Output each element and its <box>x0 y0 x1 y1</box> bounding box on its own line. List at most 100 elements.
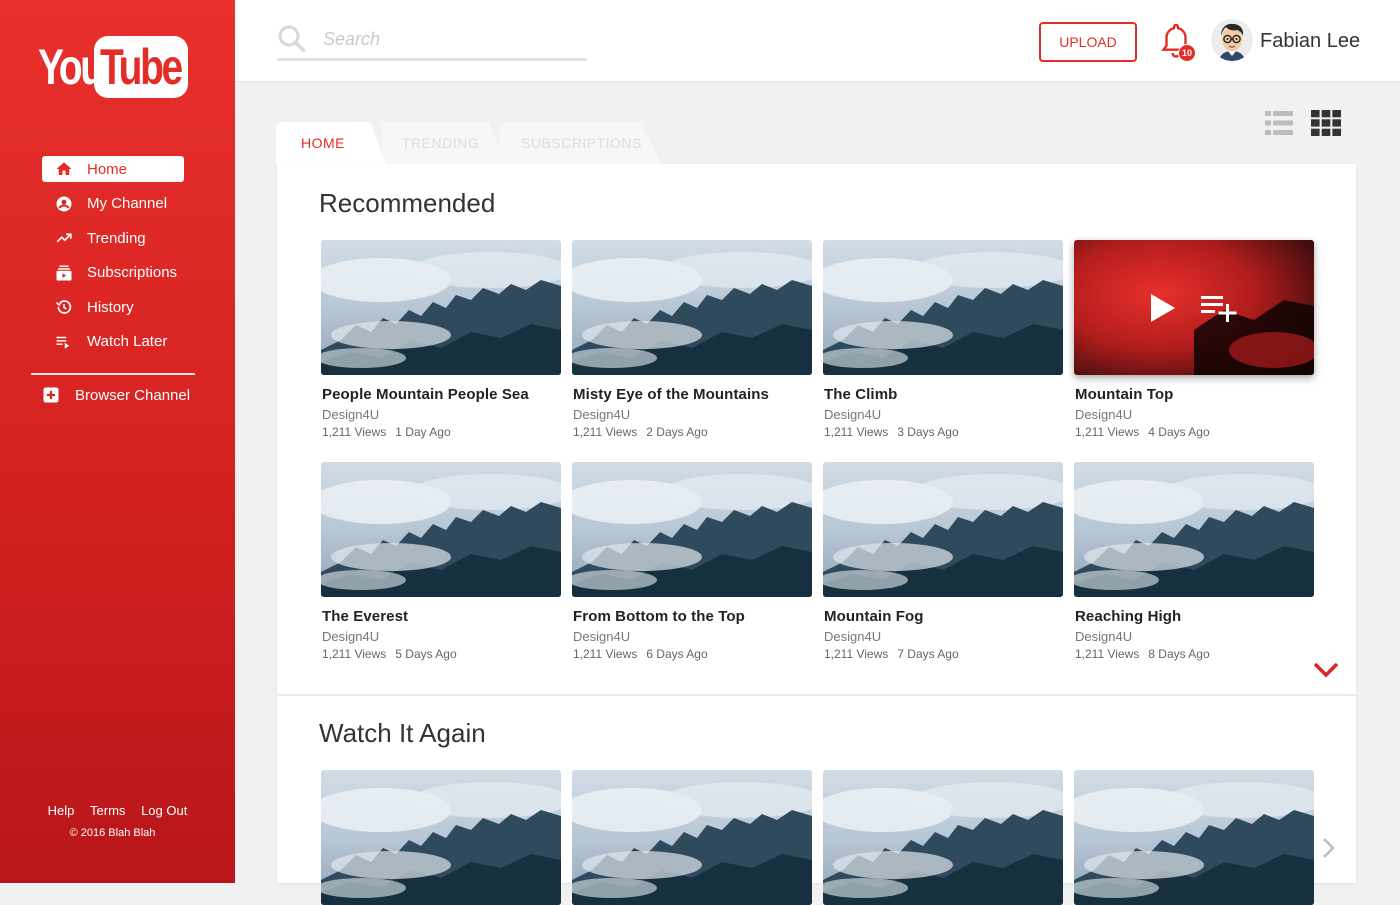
browse-channel-label: Browser Channel <box>75 386 191 404</box>
video-views: 1,211 Views <box>322 425 387 439</box>
video-channel[interactable]: Design4U <box>824 407 1063 422</box>
video-thumbnail[interactable] <box>321 770 561 905</box>
video-channel[interactable]: Design4U <box>573 407 812 422</box>
video-age: 4 Days Ago <box>1148 425 1210 439</box>
video-card[interactable]: From Bottom to the Top Design4U 1,211 View… <box>572 462 812 661</box>
video-meta: 1,211 Views 5 Days Ago <box>322 647 561 661</box>
sidebar: You Tube Home My Channel Trending Subscr… <box>0 0 235 883</box>
video-title[interactable]: Misty Eye of the Mountains <box>573 386 812 403</box>
play-icon[interactable] <box>1147 292 1177 324</box>
main-content-card: Recommended People Mountain People Sea De… <box>277 164 1356 905</box>
video-views: 1,211 Views <box>322 647 387 661</box>
video-meta: 1,211 Views 6 Days Ago <box>573 647 812 661</box>
video-thumbnail[interactable] <box>823 770 1063 905</box>
notifications-button[interactable]: 10 <box>1159 22 1196 62</box>
video-thumbnail[interactable] <box>1074 240 1314 375</box>
terms-link[interactable]: Terms <box>90 803 125 818</box>
avatar[interactable] <box>1211 19 1253 61</box>
video-channel[interactable]: Design4U <box>1075 407 1314 422</box>
video-card[interactable]: Mountain Top Design4U 1,211 Views 4 Days Ag… <box>1074 240 1314 439</box>
logout-link[interactable]: Log Out <box>141 803 187 818</box>
video-channel[interactable]: Design4U <box>322 407 561 422</box>
logo-tube-text: Tube <box>100 39 183 95</box>
video-views: 1,211 Views <box>1075 425 1140 439</box>
video-channel[interactable]: Design4U <box>1075 629 1314 644</box>
sidebar-item-subscriptions[interactable]: Subscriptions <box>42 260 184 286</box>
video-title[interactable]: From Bottom to the Top <box>573 608 812 625</box>
video-card[interactable]: People Mountain People Sea Design4U 1,211 … <box>321 240 561 439</box>
playlist-play-icon <box>54 332 74 352</box>
video-card[interactable]: Mountain Fog Design4U 1,211 Views 7 Days Ag… <box>823 462 1063 661</box>
video-card[interactable]: Misty Eye of the Mountains Design4U 1,211 … <box>572 240 812 439</box>
sidebar-item-my-channel[interactable]: My Channel <box>42 191 184 217</box>
video-views: 1,211 Views <box>824 647 889 661</box>
browse-channel-link[interactable]: Browser Channel <box>42 386 190 404</box>
sidebar-item-label: Subscriptions <box>87 264 178 281</box>
sidebar-item-home[interactable]: Home <box>42 156 184 182</box>
video-channel[interactable]: Design4U <box>322 629 561 644</box>
help-link[interactable]: Help <box>48 803 75 818</box>
user-name[interactable]: Fabian Lee <box>1260 30 1360 53</box>
video-card[interactable] <box>321 770 561 905</box>
video-views: 1,211 Views <box>573 647 638 661</box>
video-card[interactable] <box>1074 770 1314 905</box>
video-thumbnail[interactable] <box>1074 462 1314 597</box>
video-thumbnail[interactable] <box>572 462 812 597</box>
upload-button[interactable]: UPLOAD <box>1039 22 1137 62</box>
video-title[interactable]: People Mountain People Sea <box>322 386 561 403</box>
video-thumbnail[interactable] <box>572 770 812 905</box>
copyright-text: © 2016 Blah Blah <box>69 827 156 839</box>
video-title[interactable]: The Climb <box>824 386 1063 403</box>
video-title[interactable]: The Everest <box>322 608 561 625</box>
chevron-right-icon[interactable] <box>1321 836 1337 860</box>
search-icon[interactable] <box>277 24 307 54</box>
list-view-icon[interactable] <box>1265 111 1293 135</box>
video-card[interactable]: The Climb Design4U 1,211 Views 3 Days Ago <box>823 240 1063 439</box>
recommended-title: Recommended <box>319 188 496 218</box>
sidebar-footer-links: Help Terms Log Out <box>0 803 235 818</box>
sidebar-item-label: History <box>87 298 134 316</box>
sidebar-item-label: Home <box>87 160 128 178</box>
video-title[interactable]: Reaching High <box>1075 608 1314 625</box>
video-thumbnail[interactable] <box>321 240 561 375</box>
add-to-playlist-icon[interactable] <box>1199 293 1241 323</box>
sidebar-item-watch-later[interactable]: Watch Later <box>42 329 184 355</box>
video-card[interactable]: The Everest Design4U 1,211 Views 5 Days Ago <box>321 462 561 661</box>
video-thumbnail[interactable] <box>572 240 812 375</box>
subscriptions-icon <box>54 263 74 283</box>
video-card[interactable] <box>823 770 1063 905</box>
video-thumbnail[interactable] <box>823 240 1063 375</box>
video-views: 1,211 Views <box>1075 647 1140 661</box>
video-title[interactable]: Mountain Fog <box>824 608 1063 625</box>
youtube-logo[interactable]: You Tube <box>38 34 188 100</box>
tab-trending[interactable]: TRENDING <box>382 122 506 164</box>
video-age: 5 Days Ago <box>395 647 457 661</box>
video-channel[interactable]: Design4U <box>573 629 812 644</box>
tab-home[interactable]: HOME <box>276 122 386 164</box>
video-meta: 1,211 Views 7 Days Ago <box>824 647 1063 661</box>
video-title[interactable]: Mountain Top <box>1075 386 1314 403</box>
video-views: 1,211 Views <box>573 425 638 439</box>
logo-you-text: You <box>38 39 104 95</box>
sidebar-item-trending[interactable]: Trending <box>42 225 184 251</box>
video-thumbnail[interactable] <box>823 462 1063 597</box>
video-age: 3 Days Ago <box>897 425 959 439</box>
sidebar-item-history[interactable]: History <box>42 294 184 320</box>
grid-view-icon[interactable] <box>1311 110 1341 136</box>
chevron-down-icon[interactable] <box>1312 660 1340 680</box>
section-divider <box>277 694 1356 696</box>
video-card[interactable]: Reaching High Design4U 1,211 Views 8 Days A… <box>1074 462 1314 661</box>
video-meta: 1,211 Views 3 Days Ago <box>824 425 1063 439</box>
video-thumbnail[interactable] <box>321 462 561 597</box>
video-card[interactable] <box>572 770 812 905</box>
video-thumbnail[interactable] <box>1074 770 1314 905</box>
video-age: 1 Day Ago <box>395 425 451 439</box>
search-input[interactable] <box>321 27 565 51</box>
sidebar-item-label: My Channel <box>87 195 168 212</box>
sidebar-item-label: Trending <box>87 229 146 247</box>
video-channel[interactable]: Design4U <box>824 629 1063 644</box>
video-meta: 1,211 Views 2 Days Ago <box>573 425 812 439</box>
tab-subscriptions[interactable]: SUBSCRIPTIONS <box>500 122 662 164</box>
notification-count-badge: 10 <box>1178 44 1196 62</box>
account-circle-icon <box>54 194 74 214</box>
